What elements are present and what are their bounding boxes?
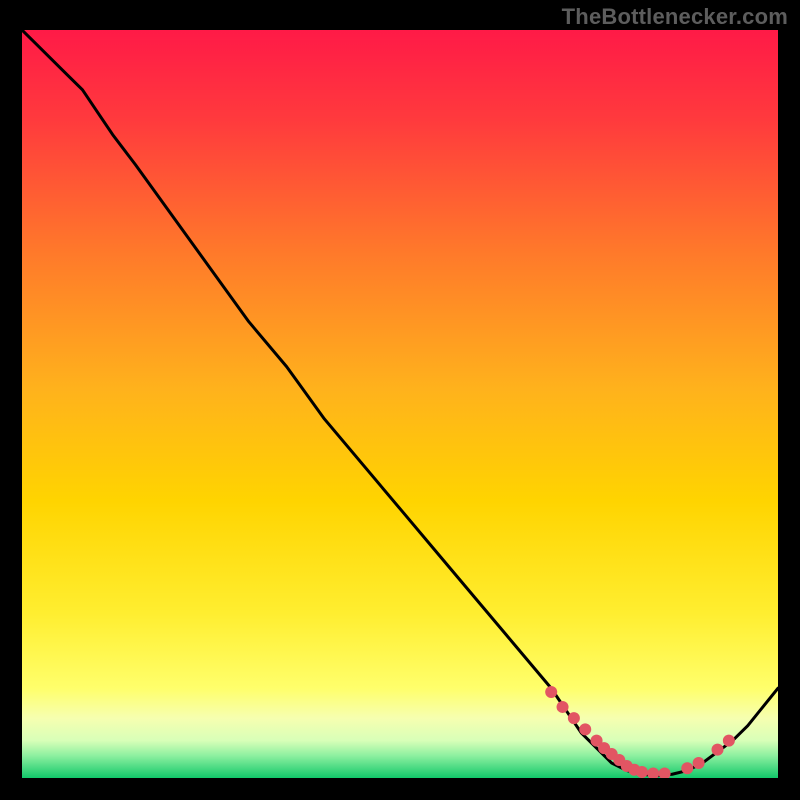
marker-dot [712, 744, 724, 756]
gradient-background [22, 30, 778, 778]
marker-dot [568, 712, 580, 724]
watermark-text: TheBottlenecker.com [562, 4, 788, 30]
marker-dot [579, 723, 591, 735]
marker-dot [636, 766, 648, 778]
marker-dot [681, 762, 693, 774]
chart-svg [22, 30, 778, 778]
marker-dot [723, 735, 735, 747]
marker-dot [557, 701, 569, 713]
marker-dot [545, 686, 557, 698]
marker-dot [693, 757, 705, 769]
chart-frame: TheBottlenecker.com [0, 0, 800, 800]
plot-area [22, 30, 778, 778]
